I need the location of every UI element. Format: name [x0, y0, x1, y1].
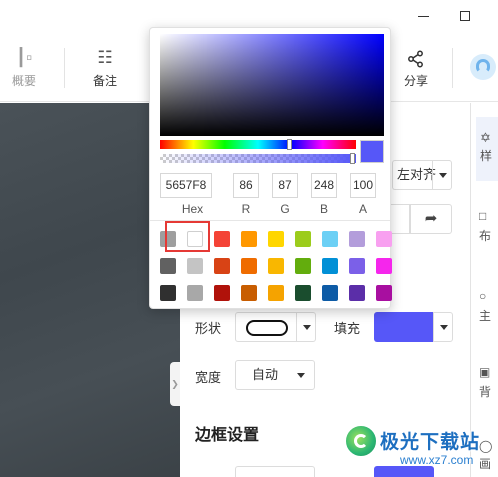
notes-icon: ☷ [97, 48, 113, 67]
hex-label: Hex [181, 202, 204, 216]
share-label: 分享 [403, 74, 428, 88]
color-swatch[interactable] [187, 285, 203, 301]
r-label: R [241, 202, 251, 216]
color-swatch[interactable] [268, 285, 284, 301]
current-color-preview [360, 140, 384, 163]
fill-label: 填充 [334, 321, 361, 336]
color-swatch[interactable] [295, 285, 311, 301]
width-value: 自动 [252, 367, 279, 382]
sidebar-item-layout[interactable]: □ 布 [479, 209, 498, 243]
g-label: G [280, 202, 290, 216]
redo-button[interactable]: ➦ [410, 204, 452, 234]
b-input[interactable]: 248 [311, 173, 337, 198]
r-input[interactable]: 86 [233, 173, 259, 198]
color-swatch[interactable] [322, 231, 338, 247]
watermark-url: www.xz7.com [400, 453, 474, 467]
color-swatch[interactable] [268, 231, 284, 247]
watermark: 极光下载站 www.xz7.com [344, 424, 494, 474]
width-select[interactable]: 自动 [235, 360, 315, 390]
minimize-icon[interactable] [418, 16, 429, 17]
style-icon: ✡ [480, 130, 491, 145]
saturation-value-area[interactable] [160, 34, 384, 136]
fill-color-swatch[interactable] [374, 312, 434, 342]
color-swatch[interactable] [349, 231, 365, 247]
sidebar-item-label: 样 [480, 149, 493, 163]
notes-label: 备注 [92, 74, 117, 88]
sidebar-item-label: 主 [479, 309, 492, 323]
shape-dropdown-arrow[interactable] [296, 312, 316, 342]
toolbar-divider [452, 48, 453, 88]
color-swatch[interactable] [214, 285, 230, 301]
color-swatch[interactable] [349, 285, 365, 301]
summary-button[interactable]: ┃▫ 概要 [2, 46, 46, 89]
a-label: A [358, 202, 367, 216]
color-swatch[interactable] [349, 258, 365, 274]
a-input[interactable]: 100 [350, 173, 376, 198]
color-swatch[interactable] [160, 285, 176, 301]
sidebar-item-label: 布 [479, 229, 492, 243]
color-picker-popup: 5657F8 86 87 248 100 Hex R G B A [149, 27, 392, 309]
watermark-title: 极光下载站 [380, 432, 481, 453]
fill-dropdown-arrow[interactable] [433, 312, 453, 342]
watermark-logo-icon [344, 424, 378, 458]
panel-collapse-handle[interactable]: ❯ [170, 362, 180, 406]
color-swatch[interactable] [214, 231, 230, 247]
hex-input[interactable]: 5657F8 [160, 173, 212, 198]
sidebar-item-background[interactable]: ▣ 背 [479, 365, 498, 399]
headset-icon [476, 59, 490, 73]
width-label: 宽度 [195, 370, 222, 385]
color-swatch[interactable] [241, 231, 257, 247]
chevron-down-icon [297, 373, 305, 378]
border-section-title: 边框设置 [195, 427, 260, 444]
color-swatch[interactable] [376, 285, 392, 301]
color-swatch[interactable] [214, 258, 230, 274]
sidebar-item-style[interactable]: ✡ 样 [476, 117, 498, 181]
color-swatch[interactable] [376, 231, 392, 247]
right-sidebar: ✡ 样 □ 布 ○ 主 ▣ 背 ◯ 画 [470, 103, 498, 477]
color-swatch[interactable] [268, 258, 284, 274]
color-swatch[interactable] [241, 285, 257, 301]
alpha-slider[interactable] [160, 154, 356, 163]
layout-icon: □ [479, 209, 487, 223]
maximize-icon[interactable] [460, 11, 470, 21]
theme-icon: ○ [479, 289, 487, 303]
share-icon [394, 46, 438, 70]
color-swatch[interactable] [187, 258, 203, 274]
shape-label: 形状 [195, 321, 222, 336]
align-dropdown-arrow[interactable] [432, 160, 452, 190]
shape-select[interactable] [235, 312, 297, 342]
selection-highlight [165, 221, 210, 252]
sidebar-item-theme[interactable]: ○ 主 [479, 289, 498, 323]
hue-slider-thumb[interactable] [287, 139, 292, 150]
redo-icon: ➦ [424, 210, 438, 227]
summary-icon: ┃▫ [15, 48, 33, 67]
color-swatch[interactable] [241, 258, 257, 274]
b-label: B [319, 202, 328, 216]
border-style-select[interactable] [235, 466, 315, 477]
color-swatch[interactable] [322, 258, 338, 274]
color-swatch[interactable] [160, 258, 176, 274]
sidebar-item-label: 背 [479, 385, 492, 399]
notes-button[interactable]: ☷ 备注 [83, 46, 127, 89]
color-swatch[interactable] [295, 231, 311, 247]
summary-label: 概要 [11, 74, 36, 88]
avatar[interactable] [470, 54, 496, 80]
color-swatch[interactable] [376, 258, 392, 274]
hue-slider[interactable] [160, 140, 356, 149]
color-swatch[interactable] [295, 258, 311, 274]
rounded-rect-shape-icon [246, 320, 288, 336]
toolbar-divider [64, 48, 65, 88]
g-input[interactable]: 87 [272, 173, 298, 198]
background-icon: ▣ [479, 365, 491, 379]
share-button[interactable]: 分享 [394, 46, 438, 89]
alpha-slider-thumb[interactable] [350, 153, 355, 164]
color-swatch[interactable] [322, 285, 338, 301]
